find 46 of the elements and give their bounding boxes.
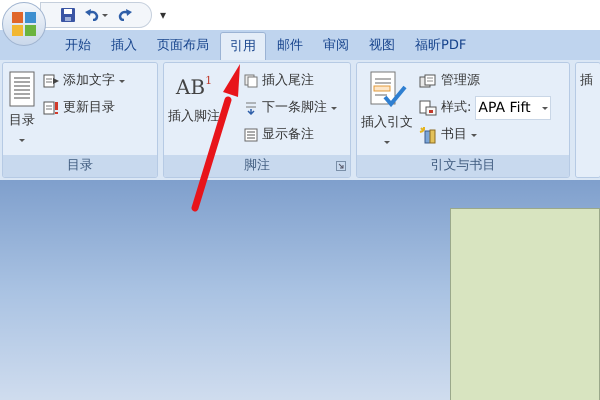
large-button[interactable]: 目录 [7, 69, 37, 142]
caret-icon [119, 80, 125, 82]
caret-icon [19, 138, 25, 142]
ribbon-tab[interactable]: 审阅 [314, 32, 358, 60]
ribbon-tab[interactable]: 插入 [102, 32, 146, 60]
ribbon-tab[interactable]: 开始 [56, 32, 100, 60]
dialog-launcher-button[interactable] [336, 161, 346, 171]
list-icon [244, 128, 258, 142]
caret-icon [102, 14, 108, 16]
caret-icon [542, 106, 548, 110]
ribbon-tab[interactable]: 引用 [220, 32, 266, 60]
caret-icon [471, 134, 477, 136]
ribbon-tab[interactable]: 邮件 [268, 32, 312, 60]
style-icon [419, 100, 437, 116]
group-title: 脚注 [244, 157, 270, 176]
update-icon [43, 101, 59, 115]
ribbon-button[interactable]: 添加文字 [43, 69, 125, 93]
logo-icon [11, 11, 37, 37]
add-text-icon [43, 74, 59, 88]
large-button[interactable]: 插 [580, 69, 593, 90]
large-button[interactable]: 插入引文 [361, 69, 413, 144]
customize-button[interactable]: ▾ [160, 6, 166, 24]
redo-icon [118, 9, 132, 21]
ribbon-tab[interactable]: 页面布局 [148, 32, 218, 60]
ribbon-button[interactable]: 插入尾注 [244, 69, 337, 93]
pages-icon [244, 74, 258, 88]
group-title: 引文与书目 [430, 157, 496, 176]
ribbon-button[interactable]: 书目 [419, 123, 552, 147]
style-dropdown[interactable]: APA Fift [475, 96, 552, 120]
caret-icon [331, 106, 337, 110]
ribbon-button[interactable]: 下一条脚注 [244, 96, 337, 120]
ribbon-button[interactable]: 更新目录 [43, 96, 125, 120]
save-icon [61, 8, 75, 22]
ribbon-tab[interactable]: 福昕PDF [406, 32, 476, 60]
group-title: 目录 [67, 157, 93, 176]
style-label: 样式: [441, 99, 472, 118]
books-icon [419, 74, 437, 88]
undo-icon [85, 9, 99, 21]
down-arrow-icon [244, 101, 258, 115]
launcher-icon [336, 161, 346, 171]
ribbon-button[interactable]: 管理源 [419, 69, 552, 93]
ribbon-button[interactable]: 显示备注 [244, 123, 337, 147]
caret-icon [384, 140, 390, 144]
ribbon-tab[interactable]: 视图 [360, 32, 404, 60]
document-icon [7, 71, 37, 109]
books-icon [419, 126, 437, 144]
